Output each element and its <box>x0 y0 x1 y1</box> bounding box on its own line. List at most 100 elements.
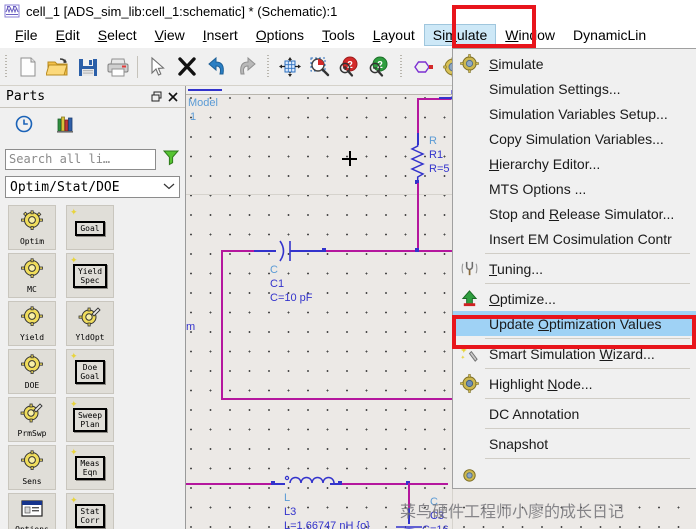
no-icon <box>455 78 483 100</box>
spark-icon: ✦ <box>70 495 78 505</box>
parts-category-select[interactable]: Optim/Stat/DOE <box>5 176 180 198</box>
menu-separator <box>485 368 690 369</box>
zoom-in-icon[interactable]: 2 <box>335 52 365 82</box>
part-options[interactable]: Options <box>8 493 56 529</box>
redo-icon[interactable] <box>232 52 262 82</box>
menu-item-copy-simulation-variables[interactable]: Copy Simulation Variables... <box>453 126 696 151</box>
part-prmswp[interactable]: PrmSwp <box>8 397 56 442</box>
menu-insert[interactable]: Insert <box>194 24 247 46</box>
menu-item-highlight-node[interactable]: Highlight Node... <box>453 371 696 396</box>
save-icon[interactable] <box>73 52 103 82</box>
menu-item-update-optimization-values[interactable]: Update Optimization Values <box>453 311 696 336</box>
part-yield-spec[interactable]: ✦ Yield Spec <box>66 253 114 298</box>
menu-item-simulate[interactable]: Simulate <box>453 51 696 76</box>
search-input[interactable]: Search all li… <box>5 148 156 170</box>
menu-item-label: Optimize... <box>489 290 556 307</box>
menu-item-tuning[interactable]: Tuning... <box>453 256 696 281</box>
part-box-label: Meas Eqn <box>75 456 105 480</box>
spark-icon: ✦ <box>70 207 78 217</box>
menu-options[interactable]: Options <box>247 24 313 46</box>
close-panel-icon[interactable] <box>165 89 181 105</box>
insert-port-icon[interactable] <box>408 52 438 82</box>
wire-segment <box>254 250 276 252</box>
menu-separator <box>485 338 690 339</box>
menu-layout[interactable]: Layout <box>364 24 424 46</box>
menu-item-insert-em-cosimulation-controller[interactable]: Insert EM Cosimulation Contr <box>453 226 696 251</box>
magic-wand-icon <box>455 343 483 365</box>
part-box-label: Goal <box>75 220 105 236</box>
menu-item-stop-and-release-simulator[interactable]: Stop and Release Simulator... <box>453 201 696 226</box>
parts-panel-title: Parts <box>6 89 46 104</box>
part-sweep-plan[interactable]: ✦ Sweep Plan <box>66 397 114 442</box>
select-arrow-icon[interactable] <box>142 52 172 82</box>
new-icon[interactable] <box>13 52 43 82</box>
part-yldopt[interactable]: YldOpt <box>66 301 114 346</box>
menu-item-label: MTS Options ... <box>489 180 587 197</box>
part-yield[interactable]: Yield <box>8 301 56 346</box>
spark-icon: ✦ <box>70 351 78 361</box>
component-type-c: C <box>270 264 278 276</box>
menu-item-snapshot[interactable]: Snapshot <box>453 431 696 456</box>
menu-item-partial-bottom[interactable] <box>453 461 696 486</box>
menu-view[interactable]: View <box>146 24 194 46</box>
wire-segment <box>290 250 326 252</box>
menu-item-hierarchy-editor[interactable]: Hierarchy Editor... <box>453 151 696 176</box>
part-stat-corr[interactable]: ✦ Stat Corr <box>66 493 114 529</box>
no-icon <box>455 178 483 200</box>
menu-tools[interactable]: Tools <box>313 24 364 46</box>
menu-item-simulation-settings[interactable]: Simulation Settings... <box>453 76 696 101</box>
menu-item-mts-options[interactable]: MTS Options ... <box>453 176 696 201</box>
component-value-c1: C=10 pF <box>270 292 313 304</box>
menu-item-label: Insert EM Cosimulation Contr <box>489 230 672 247</box>
delete-x-icon[interactable] <box>172 52 202 82</box>
part-meas-eqn[interactable]: ✦ Meas Eqn <box>66 445 114 490</box>
menu-select[interactable]: Select <box>89 24 146 46</box>
window-title: cell_1 [ADS_sim_lib:cell_1:schematic] * … <box>26 3 338 19</box>
component-ref-r1: R1 <box>429 149 444 161</box>
zoom-area-icon[interactable] <box>305 52 335 82</box>
part-doe[interactable]: DOE <box>8 349 56 394</box>
toolbar-grip-3[interactable] <box>398 54 405 79</box>
menu-file[interactable]: File <box>6 24 47 46</box>
parts-row: PrmSwp ✦ Sweep Plan <box>8 397 185 442</box>
part-doe-goal[interactable]: ✦ Doe Goal <box>66 349 114 394</box>
parts-grid: Optim ✦ Goal MC ✦ Yield Spec Yield YldOp… <box>0 203 185 529</box>
open-folder-icon[interactable] <box>43 52 73 82</box>
fit-view-icon[interactable] <box>275 52 305 82</box>
part-goal[interactable]: ✦ Goal <box>66 205 114 250</box>
wire-segment <box>221 250 223 399</box>
wire-segment <box>326 250 418 252</box>
part-sens[interactable]: Sens <box>8 445 56 490</box>
menu-bar: File Edit Select View Insert Options Too… <box>0 22 696 48</box>
toolbar-grip-2[interactable] <box>265 54 272 79</box>
menu-item-optimize[interactable]: Optimize... <box>453 286 696 311</box>
menu-edit[interactable]: Edit <box>47 24 89 46</box>
menu-simulate[interactable]: Simulate <box>423 24 497 46</box>
menu-separator <box>485 283 690 284</box>
part-optim[interactable]: Optim <box>8 205 56 250</box>
menu-item-dc-annotation[interactable]: DC Annotation <box>453 401 696 426</box>
capacitor-symbol-c3 <box>396 526 422 529</box>
zoom-out-icon[interactable]: 2 <box>365 52 395 82</box>
gear-icon <box>20 354 44 380</box>
restore-panel-icon[interactable] <box>149 89 165 105</box>
parts-row: DOE ✦ Doe Goal <box>8 349 185 394</box>
part-box-label: Yield Spec <box>72 264 108 288</box>
toolbar-grip[interactable] <box>3 54 10 79</box>
toolbar-separator <box>137 55 138 78</box>
spark-icon: ✦ <box>70 255 78 265</box>
undo-icon[interactable] <box>202 52 232 82</box>
wire-segment <box>221 398 455 400</box>
part-mc[interactable]: MC <box>8 253 56 298</box>
library-books-icon[interactable] <box>56 114 76 139</box>
funnel-filter-icon[interactable] <box>162 148 180 171</box>
menu-item-label: Hierarchy Editor... <box>489 155 601 172</box>
menu-item-smart-simulation-wizard[interactable]: Smart Simulation Wizard... <box>453 341 696 366</box>
history-clock-icon[interactable] <box>14 114 34 139</box>
part-label: Options <box>15 524 49 529</box>
menu-window[interactable]: Window <box>496 24 564 46</box>
resistor-symbol-r1 <box>410 143 425 183</box>
menu-item-simulation-variables-setup[interactable]: Simulation Variables Setup... <box>453 101 696 126</box>
menu-dynamiclink[interactable]: DynamicLin <box>564 24 655 46</box>
print-icon[interactable] <box>103 52 133 82</box>
